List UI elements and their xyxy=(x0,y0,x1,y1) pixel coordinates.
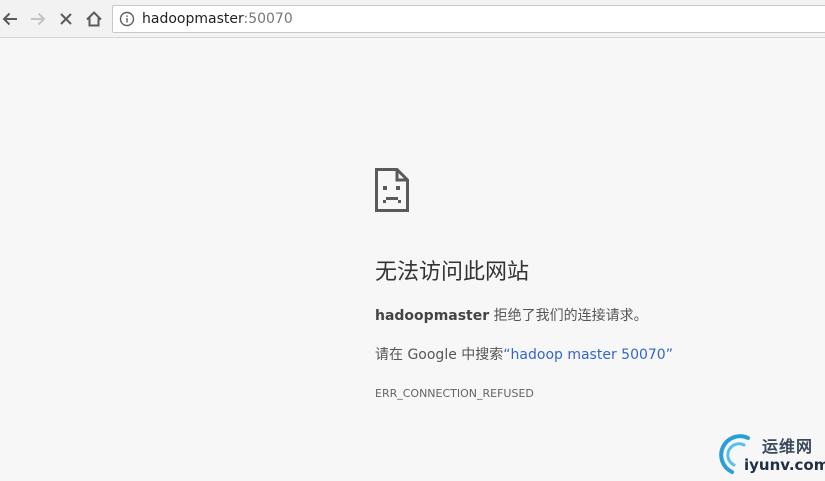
address-bar[interactable]: hadoopmaster:50070 xyxy=(112,5,825,33)
stop-button[interactable] xyxy=(54,7,78,31)
url-host: hadoopmaster xyxy=(142,11,244,27)
close-icon xyxy=(60,13,72,25)
watermark: 运维网 iyunv.com xyxy=(718,432,825,478)
error-host: hadoopmaster xyxy=(375,308,490,324)
info-icon[interactable] xyxy=(119,11,135,27)
url-text[interactable]: hadoopmaster:50070 xyxy=(142,11,293,28)
browser-toolbar: hadoopmaster:50070 xyxy=(0,0,825,38)
error-heading: 无法访问此网站 xyxy=(375,260,530,285)
watermark-english: iyunv.com xyxy=(744,456,825,474)
arrow-right-icon xyxy=(31,12,46,26)
back-button[interactable] xyxy=(0,7,22,31)
error-refused-text: 拒绝了我们的连接请求。 xyxy=(489,308,648,324)
search-prefix: 请在 Google 中搜索 xyxy=(375,347,504,363)
search-suggestion: 请在 Google 中搜索“hadoop master 50070” xyxy=(375,346,673,364)
forward-button[interactable] xyxy=(26,7,50,31)
home-button[interactable] xyxy=(82,7,106,31)
error-description: hadoopmaster 拒绝了我们的连接请求。 xyxy=(375,307,648,325)
watermark-chinese: 运维网 xyxy=(762,437,814,456)
search-link[interactable]: “hadoop master 50070” xyxy=(503,347,673,363)
home-icon xyxy=(86,11,102,27)
url-port: :50070 xyxy=(243,11,293,27)
arrow-left-icon xyxy=(2,12,17,26)
error-code: ERR_CONNECTION_REFUSED xyxy=(375,387,534,400)
sad-page-icon xyxy=(375,168,409,212)
